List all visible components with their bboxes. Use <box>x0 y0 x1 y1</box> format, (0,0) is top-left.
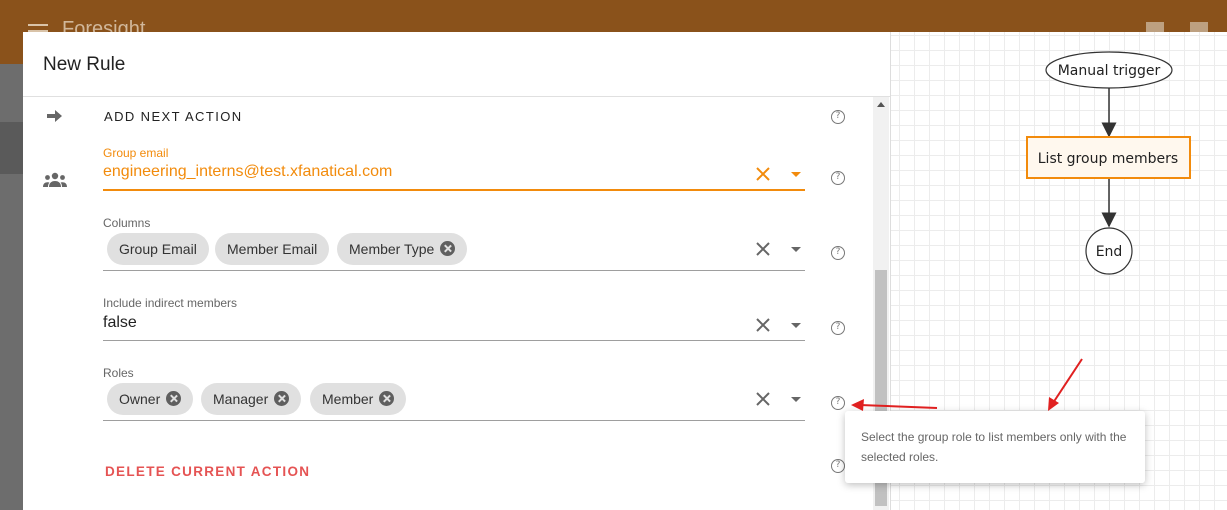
annotation-arrowhead <box>851 399 864 411</box>
annotation-arrows <box>851 358 1083 411</box>
annotation-arrow <box>1052 358 1083 404</box>
annotation-arrow <box>859 404 938 409</box>
annotation-arrowhead <box>1048 397 1059 411</box>
